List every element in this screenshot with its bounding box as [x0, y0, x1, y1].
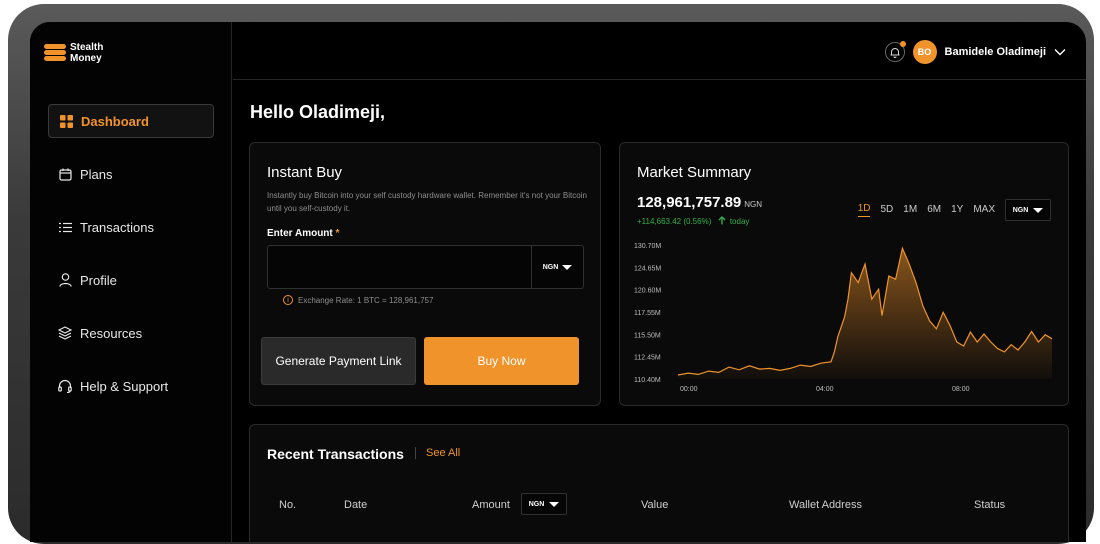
list-icon: [58, 220, 72, 234]
sidebar-item-help-support[interactable]: Help & Support: [48, 369, 214, 403]
y-tick-label: 112.45M: [634, 355, 661, 362]
column-header-value[interactable]: Value: [641, 499, 668, 511]
y-tick-label: 120.60M: [634, 288, 661, 295]
sidebar-item-transactions[interactable]: Transactions: [48, 210, 214, 244]
logo-line-2: Money: [70, 53, 102, 64]
info-icon: i: [283, 295, 293, 305]
sidebar-item-label: Profile: [80, 272, 117, 288]
instant-buy-card: Instant Buy Instantly buy Bitcoin into y…: [249, 142, 601, 406]
exchange-rate: i Exchange Rate: 1 BTC = 128,961,757: [283, 295, 433, 305]
headset-icon: [58, 379, 72, 393]
logo-text: Stealth Money: [70, 42, 103, 64]
y-axis: 130.70M 124.65M 120.60M 117.55M 115.50M 112.4…: [634, 243, 661, 384]
x-tick-label: 00:00: [680, 386, 698, 393]
amount-currency-value: NGN: [528, 500, 545, 508]
sidebar-item-resources[interactable]: Resources: [48, 316, 214, 350]
y-tick-label: 130.70M: [634, 243, 661, 250]
column-header-date[interactable]: Date: [344, 499, 367, 511]
instant-buy-title: Instant Buy: [267, 164, 343, 181]
market-change-value: +114,663.42 (0.56%): [637, 217, 712, 226]
sidebar-item-dashboard[interactable]: Dashboard: [48, 104, 214, 138]
market-change-period: today: [729, 217, 750, 226]
calendar-icon: [58, 167, 72, 181]
bell-icon: [890, 47, 900, 58]
caret-down-icon: [1033, 207, 1044, 213]
column-header-status[interactable]: Status: [974, 499, 1005, 511]
market-price-unit: NGN: [744, 200, 763, 209]
app-screen: Stealth Money Dashboard Plans Transactio…: [30, 22, 1086, 542]
user-name[interactable]: Bamidele Oladimeji: [945, 46, 1046, 58]
notification-dot: [899, 41, 906, 47]
y-tick-label: 115.50M: [634, 332, 661, 339]
currency-select[interactable]: NGN: [531, 246, 583, 288]
column-header-no[interactable]: No.: [279, 499, 296, 511]
sidebar-item-label: Plans: [80, 166, 113, 182]
amount-input[interactable]: [268, 246, 530, 288]
generate-payment-link-button[interactable]: Generate Payment Link: [261, 337, 416, 385]
market-currency-value: NGN: [1012, 206, 1029, 214]
market-price: 128,961,757.89 NGN: [637, 194, 762, 211]
recent-transactions-title: Recent Transactions: [267, 446, 404, 462]
range-selector: 1D 5D 1M 6M 1Y MAX NGN: [857, 199, 1051, 221]
sidebar-item-label: Transactions: [80, 219, 154, 235]
required-mark: *: [335, 228, 340, 239]
range-6m[interactable]: 6M: [927, 204, 941, 217]
buy-now-button[interactable]: Buy Now: [424, 337, 579, 385]
sidebar-item-profile[interactable]: Profile: [48, 263, 214, 297]
sidebar-item-label: Dashboard: [81, 113, 149, 129]
currency-select-value: NGN: [542, 263, 559, 271]
logo-line-1: Stealth: [70, 42, 104, 53]
user-icon: [58, 273, 72, 287]
column-header-amount[interactable]: Amount: [472, 499, 510, 511]
x-axis: 00:00 04:00 08:00: [680, 386, 970, 393]
sidebar-item-label: Help & Support: [80, 378, 169, 394]
sidebar-nav: Dashboard Plans Transactions Profile Res…: [48, 104, 214, 422]
market-chart: 130.70M 124.65M 120.60M 117.55M 115.50M 112.4…: [634, 243, 1053, 393]
device-frame: Stealth Money Dashboard Plans Transactio…: [8, 4, 1094, 544]
coin-stack-icon: [44, 42, 66, 64]
amount-currency-select[interactable]: NGN: [521, 493, 567, 515]
instant-buy-description: Instantly buy Bitcoin into your self cus…: [267, 191, 587, 213]
sidebar: Stealth Money Dashboard Plans Transactio…: [30, 22, 232, 542]
exchange-rate-text: Exchange Rate: 1 BTC = 128,961,757: [298, 295, 434, 305]
market-price-value: 128,961,757.89: [637, 194, 742, 211]
y-tick-label: 117.55M: [634, 310, 661, 317]
avatar[interactable]: BO: [912, 40, 937, 64]
range-1m[interactable]: 1M: [903, 204, 917, 217]
price-area: [678, 248, 1052, 379]
chevron-down-icon[interactable]: [1054, 48, 1066, 56]
market-change: +114,663.42 (0.56%) today: [637, 216, 749, 226]
column-header-wallet-address[interactable]: Wallet Address: [789, 499, 862, 511]
recent-transactions-card: Recent Transactions See All No. Date Amo…: [249, 424, 1069, 542]
range-1d[interactable]: 1D: [857, 203, 871, 217]
sidebar-item-plans[interactable]: Plans: [48, 157, 214, 191]
logo[interactable]: Stealth Money: [44, 42, 103, 64]
caret-down-icon: [562, 264, 573, 270]
y-tick-label: 110.40M: [634, 377, 661, 384]
range-max[interactable]: MAX: [973, 204, 995, 217]
market-summary-title: Market Summary: [637, 164, 752, 181]
top-header: BO Bamidele Oladimeji: [233, 22, 1086, 80]
grid-icon: [59, 114, 73, 128]
arrow-up-icon: [718, 216, 726, 225]
x-tick-label: 04:00: [816, 386, 834, 393]
amount-label-text: Enter Amount: [267, 228, 333, 239]
amount-field: NGN: [267, 245, 584, 289]
caret-down-icon: [549, 501, 560, 507]
user-menu: BO Bamidele Oladimeji: [884, 40, 1066, 64]
market-summary-card: Market Summary 128,961,757.89 NGN +114,66…: [619, 142, 1069, 406]
sidebar-item-label: Resources: [80, 325, 143, 341]
market-currency-select[interactable]: NGN: [1005, 199, 1051, 221]
y-tick-label: 124.65M: [634, 265, 661, 272]
x-tick-label: 08:00: [952, 386, 970, 393]
range-1y[interactable]: 1Y: [951, 204, 963, 217]
range-5d[interactable]: 5D: [880, 204, 893, 217]
see-all-link[interactable]: See All: [415, 447, 460, 459]
notification-button[interactable]: [884, 41, 906, 62]
page-title: Hello Oladimeji,: [250, 102, 386, 122]
amount-label: Enter Amount *: [267, 228, 339, 239]
layers-icon: [58, 326, 72, 340]
